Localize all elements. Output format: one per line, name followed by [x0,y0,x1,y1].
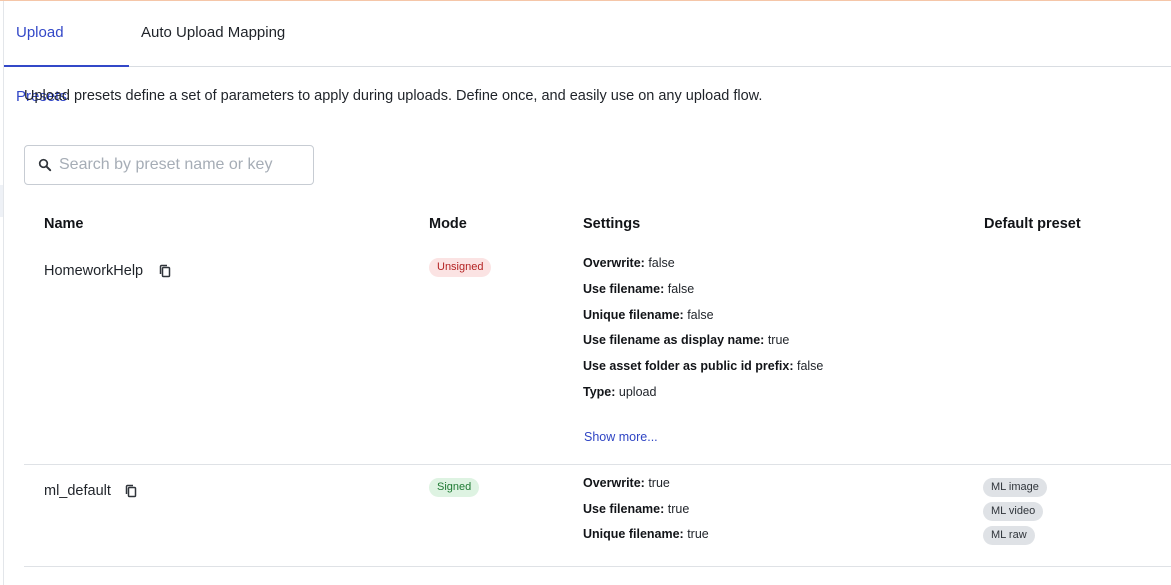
preset-name[interactable]: ml_default [44,483,111,499]
search-box[interactable] [24,145,314,185]
tab-bar: Upload Presets Auto Upload Mapping [4,1,1171,105]
search-icon [38,158,52,172]
search-input[interactable] [57,147,307,183]
default-preset-chip: ML raw [983,526,1035,545]
column-header-settings: Settings [583,216,641,232]
mode-badge-unsigned: Unsigned [429,258,492,277]
row-divider [24,464,1171,465]
setting-unique-filename: Unique filename: false [583,308,714,322]
column-header-name[interactable]: Name [44,216,84,232]
default-preset-chip: ML image [983,478,1047,497]
setting-overwrite: Overwrite: true [583,476,670,490]
column-header-default-preset: Default preset [984,216,1081,232]
left-panel-edge [3,1,4,585]
column-header-mode[interactable]: Mode [429,216,467,232]
mode-badge-signed: Signed [429,478,480,497]
tab-upload-presets[interactable]: Upload Presets [4,1,129,105]
default-preset-chip: ML video [983,502,1044,521]
setting-folder-prefix: Use asset folder as public id prefix: fa… [583,359,824,373]
copy-icon[interactable] [159,264,171,278]
show-more-link[interactable]: Show more... [584,430,658,444]
setting-use-filename: Use filename: false [583,282,695,296]
copy-icon[interactable] [125,484,137,498]
setting-display-name: Use filename as display name: true [583,333,790,347]
setting-unique-filename: Unique filename: true [583,527,709,541]
tab-auto-upload-mapping[interactable]: Auto Upload Mapping [129,1,297,66]
page-description: Upload presets define a set of parameter… [24,88,763,104]
setting-use-filename: Use filename: true [583,502,690,516]
setting-type: Type: upload [583,385,657,399]
setting-overwrite: Overwrite: false [583,256,675,270]
row-divider [24,566,1171,567]
preset-name[interactable]: HomeworkHelp [44,263,143,279]
left-panel-marker [0,185,3,217]
